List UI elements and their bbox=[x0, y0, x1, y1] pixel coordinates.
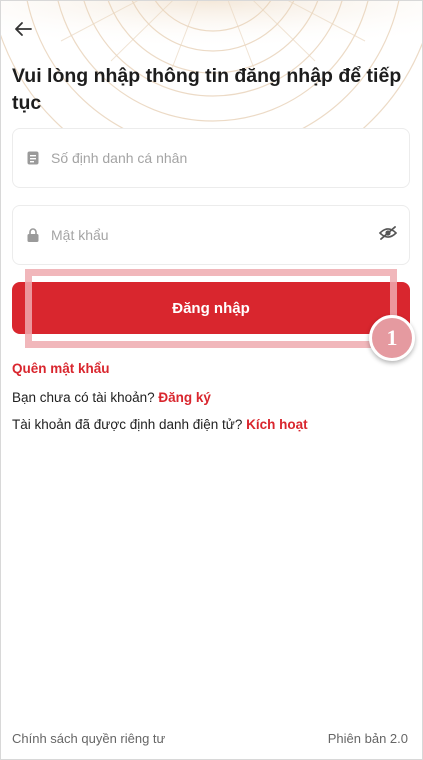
page-title: Vui lòng nhập thông tin đăng nhập để tiế… bbox=[12, 65, 402, 114]
password-field[interactable] bbox=[12, 205, 410, 265]
id-number-field[interactable] bbox=[12, 128, 410, 188]
password-input[interactable] bbox=[51, 206, 377, 264]
activated-account-text: Tài khoản đã được định danh điện tử? bbox=[12, 417, 243, 432]
step-number-badge: 1 bbox=[369, 315, 415, 361]
toggle-password-button[interactable] bbox=[377, 224, 399, 246]
eye-off-icon bbox=[378, 225, 398, 246]
privacy-policy-link[interactable]: Chính sách quyền riêng tư bbox=[12, 731, 165, 746]
arrow-left-icon bbox=[14, 21, 32, 42]
lock-icon bbox=[25, 227, 41, 243]
app-version: Phiên bản 2.0 bbox=[327, 731, 408, 746]
back-button[interactable] bbox=[9, 17, 37, 45]
login-screen: Vui lòng nhập thông tin đăng nhập để tiế… bbox=[0, 0, 423, 760]
id-number-input[interactable] bbox=[51, 129, 409, 187]
forgot-password-link[interactable]: Quên mật khẩu bbox=[12, 361, 110, 376]
activate-prompt: Tài khoản đã được định danh điện tử? Kíc… bbox=[12, 417, 308, 432]
register-link[interactable]: Đăng ký bbox=[158, 390, 211, 405]
login-button[interactable]: Đăng nhập bbox=[12, 282, 410, 334]
id-card-icon bbox=[25, 150, 41, 166]
activate-link[interactable]: Kích hoạt bbox=[246, 417, 308, 432]
no-account-text: Bạn chưa có tài khoản? bbox=[12, 390, 155, 405]
register-prompt: Bạn chưa có tài khoản? Đăng ký bbox=[12, 390, 211, 405]
